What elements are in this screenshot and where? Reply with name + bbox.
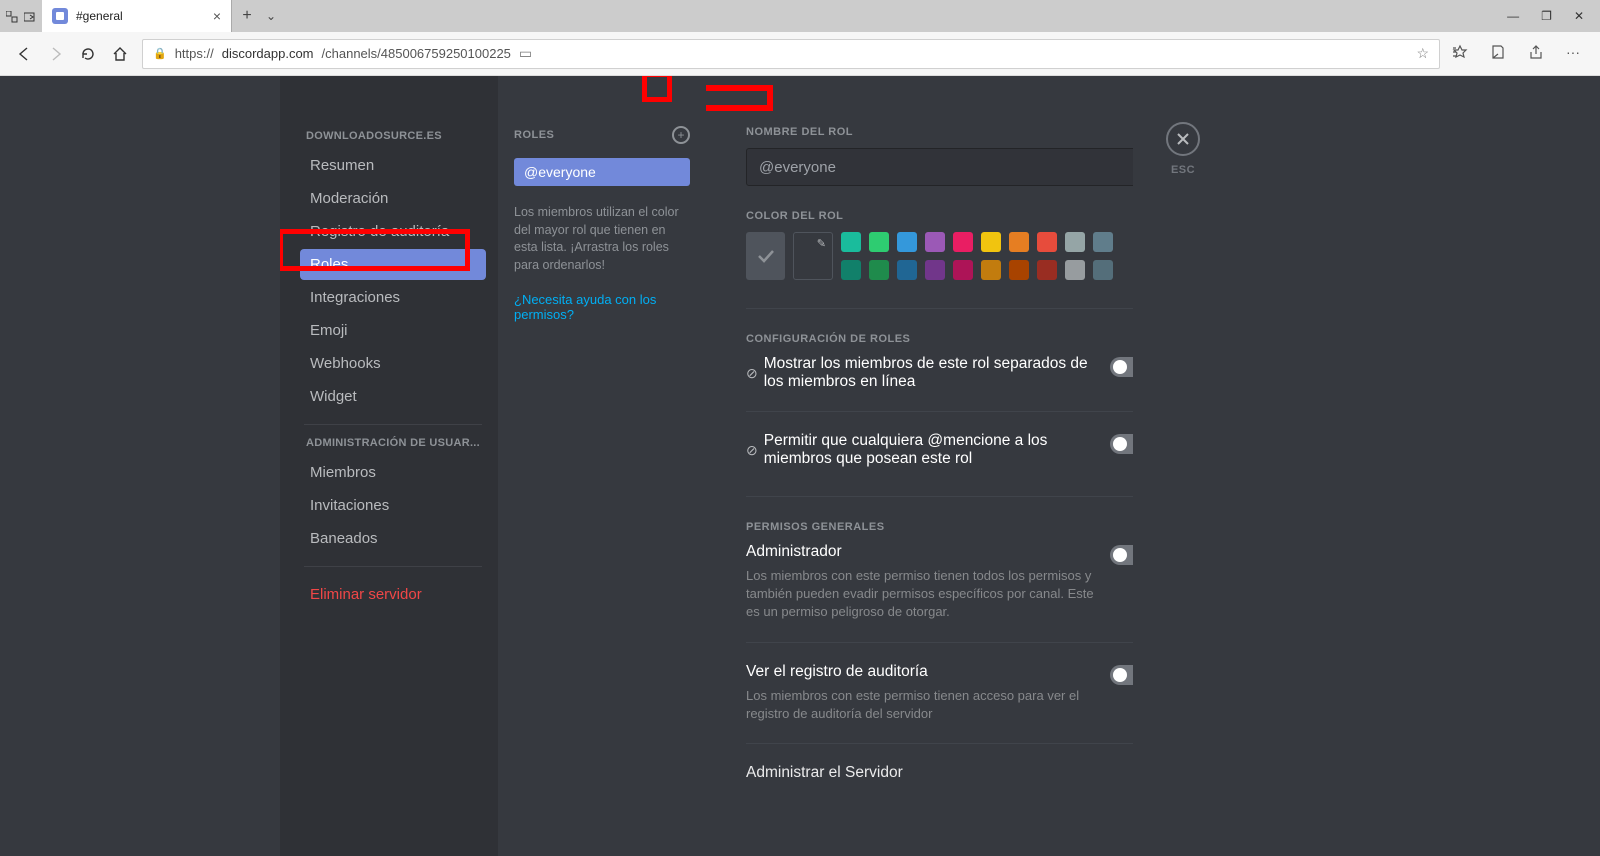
color-swatch[interactable] xyxy=(897,232,917,252)
perm-audit-title: Ver el registro de auditoría xyxy=(746,663,928,681)
color-swatch[interactable] xyxy=(925,232,945,252)
role-name-input[interactable]: @everyone xyxy=(746,148,1133,186)
color-swatch[interactable] xyxy=(897,260,917,280)
color-swatch[interactable] xyxy=(981,260,1001,280)
color-swatch[interactable] xyxy=(1065,232,1085,252)
sidebar-item-resumen[interactable]: Resumen xyxy=(300,150,486,181)
role-color-label: COLOR DEL ROL xyxy=(746,210,1113,222)
role-name-label: NOMBRE DEL ROL xyxy=(746,126,1113,138)
server-name-header: DOWNLOADOSURCE.ES xyxy=(306,130,486,142)
color-swatch[interactable] xyxy=(1037,232,1057,252)
browser-navbar: 🔒 https:// discordapp.com/channels/485006… xyxy=(0,32,1600,76)
color-swatch[interactable] xyxy=(869,260,889,280)
add-role-button[interactable]: + xyxy=(672,126,690,144)
nav-refresh-icon[interactable] xyxy=(78,46,98,62)
color-swatch[interactable] xyxy=(925,260,945,280)
roles-header: ROLES xyxy=(514,129,554,141)
nav-back-icon[interactable] xyxy=(14,46,34,62)
sidebar-item-baneados[interactable]: Baneados xyxy=(300,523,486,554)
color-swatch[interactable] xyxy=(1093,232,1113,252)
share-icon[interactable] xyxy=(1528,44,1544,63)
lock-icon: 🔒 xyxy=(153,47,167,60)
set-aside-tabs-icon[interactable] xyxy=(24,10,36,22)
annotation-arrow xyxy=(706,76,824,128)
color-swatch[interactable] xyxy=(1009,232,1029,252)
color-swatch[interactable] xyxy=(1009,260,1029,280)
color-swatch[interactable] xyxy=(981,232,1001,252)
discord-favicon-icon xyxy=(52,8,68,24)
color-swatch[interactable] xyxy=(1037,260,1057,280)
esc-label: ESC xyxy=(1171,164,1195,176)
close-column: ESC xyxy=(1133,76,1233,856)
allow-mention-toggle[interactable] xyxy=(1110,434,1133,454)
maximize-window-icon[interactable]: ❐ xyxy=(1541,9,1552,23)
custom-color-picker[interactable]: ✎ xyxy=(793,232,833,280)
nav-forward-icon[interactable] xyxy=(46,46,66,62)
roles-help-text: Los miembros utilizan el color del mayor… xyxy=(514,204,690,274)
allow-mention-title: Permitir que cualquiera @mencione a los … xyxy=(764,432,1094,468)
color-swatch[interactable] xyxy=(841,232,861,252)
sidebar-item-delete-server[interactable]: Eliminar servidor xyxy=(300,579,486,610)
color-swatch[interactable] xyxy=(1093,260,1113,280)
perm-audit-toggle[interactable] xyxy=(1110,665,1133,685)
browser-tab[interactable]: #general × xyxy=(42,0,232,32)
perm-admin-desc: Los miembros con este permiso tienen tod… xyxy=(746,567,1094,622)
close-settings-button[interactable] xyxy=(1166,122,1200,156)
color-swatch[interactable] xyxy=(953,260,973,280)
color-swatch[interactable] xyxy=(953,232,973,252)
notes-icon[interactable] xyxy=(1490,44,1506,63)
sidebar-item-webhooks[interactable]: Webhooks xyxy=(300,348,486,379)
color-swatch[interactable] xyxy=(869,232,889,252)
general-perms-label: PERMISOS GENERALES xyxy=(746,521,1113,533)
sidebar-item-registro[interactable]: Registro de auditoría xyxy=(300,216,486,247)
sidebar-item-invitaciones[interactable]: Invitaciones xyxy=(300,490,486,521)
right-gutter xyxy=(1233,76,1600,856)
sidebar-item-emoji[interactable]: Emoji xyxy=(300,315,486,346)
tab-title: #general xyxy=(76,9,123,23)
browser-titlebar: #general × + ⌄ — ❐ ✕ xyxy=(0,0,1600,32)
annotation-add-button-highlight xyxy=(642,76,672,102)
minimize-window-icon[interactable]: — xyxy=(1507,9,1519,23)
reading-view-icon[interactable]: ▭ xyxy=(519,45,532,62)
display-separate-title: Mostrar los miembros de este rol separad… xyxy=(764,355,1094,391)
recent-tabs-icon[interactable] xyxy=(6,10,18,22)
perm-admin-title: Administrador xyxy=(746,543,842,561)
permissions-help-link[interactable]: ¿Necesita ayuda con los permisos? xyxy=(514,292,690,322)
default-color-swatch[interactable] xyxy=(746,232,785,280)
sidebar-item-integraciones[interactable]: Integraciones xyxy=(300,282,486,313)
sidebar-item-roles[interactable]: Roles xyxy=(300,249,486,280)
favorite-icon[interactable]: ☆ xyxy=(1416,45,1429,62)
role-config-label: CONFIGURACIÓN DE ROLES xyxy=(746,333,1113,345)
perm-manage-server-title: Administrar el Servidor xyxy=(746,764,903,782)
admin-header: ADMINISTRACIÓN DE USUAR... xyxy=(306,437,486,449)
favorites-icon[interactable] xyxy=(1452,44,1468,63)
url-prefix: https:// xyxy=(175,46,214,61)
url-path: /channels/485006759250100225 xyxy=(322,46,511,61)
roles-column: ROLES + @everyone Los miembros utilizan … xyxy=(498,76,706,856)
new-tab-button[interactable]: + xyxy=(232,7,262,25)
color-swatch[interactable] xyxy=(841,260,861,280)
color-swatch[interactable] xyxy=(1065,260,1085,280)
nav-home-icon[interactable] xyxy=(110,46,130,62)
perm-audit-desc: Los miembros con este permiso tienen acc… xyxy=(746,687,1094,723)
close-window-icon[interactable]: ✕ xyxy=(1574,9,1584,23)
forbidden-icon: ⊘ xyxy=(746,365,758,382)
forbidden-icon: ⊘ xyxy=(746,442,758,459)
left-gutter xyxy=(0,76,280,856)
display-separate-toggle[interactable] xyxy=(1110,357,1133,377)
more-icon[interactable]: ··· xyxy=(1566,44,1580,63)
role-item-everyone[interactable]: @everyone xyxy=(514,158,690,186)
pencil-icon: ✎ xyxy=(817,237,826,250)
perm-admin-toggle[interactable] xyxy=(1110,545,1133,565)
role-settings-panel: NOMBRE DEL ROL @everyone COLOR DEL ROL ✎… xyxy=(706,76,1133,856)
sidebar-item-moderacion[interactable]: Moderación xyxy=(300,183,486,214)
settings-sidebar: DOWNLOADOSURCE.ES Resumen Moderación Reg… xyxy=(280,76,498,856)
tab-dropdown-icon[interactable]: ⌄ xyxy=(262,9,276,23)
sidebar-item-widget[interactable]: Widget xyxy=(300,381,486,412)
url-input[interactable]: 🔒 https:// discordapp.com/channels/485006… xyxy=(142,39,1440,69)
sidebar-item-miembros[interactable]: Miembros xyxy=(300,457,486,488)
url-host: discordapp.com xyxy=(222,46,314,61)
close-tab-icon[interactable]: × xyxy=(213,8,221,24)
